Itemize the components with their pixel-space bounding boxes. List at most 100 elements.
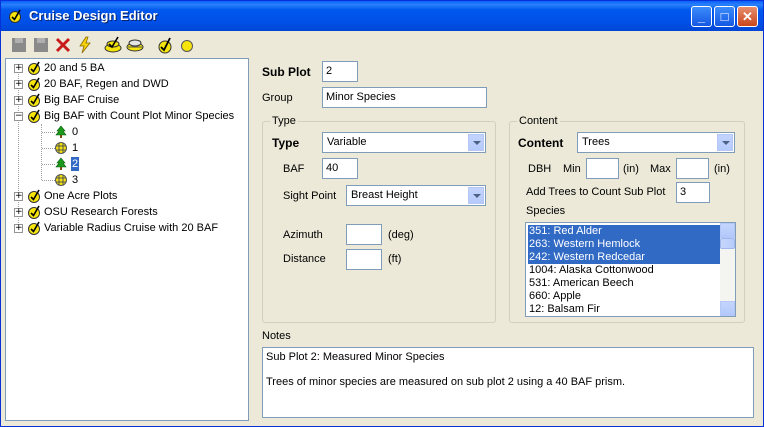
distance-label: Distance [283, 253, 326, 265]
group-field[interactable]: Minor Species [322, 87, 487, 108]
tree-icon [55, 157, 67, 170]
species-item[interactable]: 660: Apple [528, 290, 720, 303]
notes-label: Notes [262, 330, 291, 342]
expand-icon[interactable]: + [14, 208, 23, 217]
cruise-tree[interactable]: + 20 and 5 BA + 20 BAF, Regen and DWD + … [5, 58, 249, 421]
tree-node[interactable]: + One Acre Plots [6, 188, 246, 204]
tree-node-label: Big BAF with Count Plot Minor Species [44, 110, 235, 122]
species-scrollbar[interactable] [720, 223, 735, 316]
tree-node-label: 2 [71, 157, 80, 171]
expand-icon[interactable]: + [14, 64, 23, 73]
dbh-min-field[interactable] [586, 158, 619, 179]
maximize-icon: □ [720, 9, 729, 24]
tree-node[interactable]: + Variable Radius Cruise with 20 BAF [6, 220, 246, 236]
type-select[interactable]: Variable [322, 132, 486, 153]
minimize-button[interactable]: _ [691, 6, 712, 27]
maximize-button[interactable]: □ [714, 6, 735, 27]
tree-node-subplot[interactable]: 3 [6, 172, 246, 188]
cruise-icon [28, 61, 40, 75]
tree-node-subplot[interactable]: 0 [6, 124, 246, 140]
cruise-design-editor-window: Cruise Design Editor _ □ ✕ + 20 and 5 BA… [0, 0, 764, 427]
collapse-icon[interactable]: − [14, 112, 23, 121]
species-listbox[interactable]: 351: Red Alder 263: Western Hemlock 242:… [525, 222, 736, 317]
expand-icon[interactable]: + [14, 224, 23, 233]
dbh-max-label: Max [650, 163, 671, 175]
species-item[interactable]: 351: Red Alder [528, 225, 720, 238]
tree-node-label: OSU Research Forests [44, 206, 158, 218]
scrollbar-thumb[interactable] [720, 238, 735, 249]
species-item[interactable]: 263: Western Hemlock [528, 238, 720, 251]
tree-node[interactable]: + 20 BAF, Regen and DWD [6, 76, 246, 92]
dbh-label: DBH [528, 163, 552, 175]
tree-node-label: 3 [72, 174, 79, 186]
add-trees-field[interactable]: 3 [676, 182, 710, 203]
cruise-icon [28, 77, 40, 91]
scroll-up-icon[interactable] [720, 223, 735, 238]
delete-icon[interactable] [53, 35, 73, 55]
species-item[interactable]: 531: American Beech [528, 277, 720, 290]
add-trees-label: Add Trees to Count Sub Plot [526, 186, 666, 198]
tree-node-label: Variable Radius Cruise with 20 BAF [44, 222, 219, 234]
save-disabled-icon[interactable] [31, 35, 51, 55]
expand-icon[interactable]: + [14, 96, 23, 105]
window-title: Cruise Design Editor [29, 8, 158, 23]
tree-node-label: 0 [72, 126, 79, 138]
content-label: Content [518, 136, 564, 150]
notes-line: Trees of minor species are measured on s… [266, 376, 626, 388]
species-item[interactable]: 12: Balsam Fir [528, 303, 720, 316]
add-cruise-icon[interactable] [103, 35, 123, 55]
distance-unit: (ft) [388, 253, 402, 265]
baf-field[interactable]: 40 [322, 158, 358, 179]
content-select[interactable]: Trees [577, 132, 735, 153]
save-icon[interactable] [9, 35, 29, 55]
dbh-min-unit: (in) [623, 163, 639, 175]
notes-textarea[interactable]: Sub Plot 2: Measured Minor Species Trees… [262, 347, 754, 418]
tree-node-subplot[interactable]: 1 [6, 140, 246, 156]
lightning-icon[interactable] [75, 35, 95, 55]
sight-point-select[interactable]: Breast Height [346, 185, 486, 206]
chevron-down-icon[interactable] [468, 134, 484, 151]
azimuth-label: Azimuth [283, 229, 323, 241]
cruise-icon [28, 109, 40, 123]
tree-node[interactable]: − Big BAF with Count Plot Minor Species [6, 108, 246, 124]
tree-icon [55, 125, 67, 138]
title-bar[interactable]: Cruise Design Editor _ □ ✕ [1, 1, 763, 31]
tree-node-subplot-selected[interactable]: 2 [6, 156, 246, 172]
add-plot-icon[interactable] [125, 35, 145, 55]
count-plot-icon [55, 174, 67, 186]
dbh-max-field[interactable] [676, 158, 709, 179]
species-item[interactable]: 242: Western Redcedar [528, 251, 720, 264]
subplot-field[interactable]: 2 [322, 61, 358, 82]
azimuth-field[interactable] [346, 224, 382, 245]
chevron-down-icon[interactable] [717, 134, 733, 151]
group-label: Group [262, 92, 293, 104]
tree-node[interactable]: + OSU Research Forests [6, 204, 246, 220]
chevron-down-icon[interactable] [468, 187, 484, 204]
species-label: Species [526, 205, 566, 217]
add-subplot-icon[interactable] [155, 35, 175, 55]
circle-icon[interactable] [177, 35, 197, 55]
notes-blank-line [266, 363, 750, 376]
expand-icon[interactable]: + [14, 192, 23, 201]
scroll-down-icon[interactable] [720, 301, 735, 316]
tree-node[interactable]: + 20 and 5 BA [6, 60, 246, 76]
cruise-icon [28, 189, 40, 203]
tree-node-label: 20 and 5 BA [44, 62, 105, 74]
subplot-label: Sub Plot [262, 65, 311, 79]
count-plot-icon [55, 142, 67, 154]
sight-point-value: Breast Height [351, 189, 418, 201]
notes-line: Sub Plot 2: Measured Minor Species [266, 351, 445, 363]
tree-node[interactable]: + Big BAF Cruise [6, 92, 246, 108]
type-groupbox-legend: Type [270, 115, 298, 127]
content-groupbox-legend: Content [517, 115, 560, 127]
expand-icon[interactable]: + [14, 80, 23, 89]
close-button[interactable]: ✕ [737, 6, 758, 27]
dbh-max-unit: (in) [714, 163, 730, 175]
azimuth-unit: (deg) [388, 229, 414, 241]
minimize-icon: _ [697, 9, 706, 24]
distance-field[interactable] [346, 249, 382, 270]
species-item[interactable]: 1004: Alaska Cottonwood [528, 264, 720, 277]
tree-node-label: Big BAF Cruise [44, 94, 120, 106]
toolbar [5, 34, 305, 56]
content-select-value: Trees [582, 136, 610, 148]
